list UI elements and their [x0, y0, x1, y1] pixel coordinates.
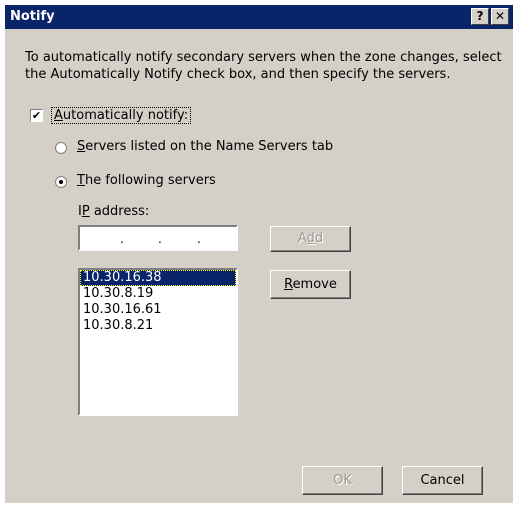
ip-address-label: IP address:: [78, 204, 150, 219]
auto-notify-label[interactable]: Automatically notify:: [51, 107, 192, 124]
title-bar[interactable]: Notify ? ✕: [5, 5, 513, 29]
ip-dot-separator: .: [197, 232, 201, 246]
close-icon: ✕: [494, 9, 506, 23]
auto-notify-checkbox[interactable]: ✔: [30, 109, 43, 122]
help-icon: ?: [476, 9, 484, 23]
add-button[interactable]: Add: [270, 226, 351, 252]
following-servers-radio[interactable]: [55, 176, 67, 188]
ok-button[interactable]: OK: [302, 466, 383, 495]
ip-address-input[interactable]: . . .: [78, 225, 238, 251]
servers-tab-radio[interactable]: [55, 142, 67, 154]
radio-selected-dot: [59, 180, 63, 184]
window-title: Notify: [10, 9, 55, 24]
checkmark-icon: ✔: [31, 109, 42, 122]
servers-tab-radio-label[interactable]: Servers listed on the Name Servers tab: [77, 139, 333, 154]
notify-dialog: Notify ? ✕ To automatically notify secon…: [5, 5, 513, 503]
help-button[interactable]: ?: [471, 8, 489, 25]
close-button[interactable]: ✕: [491, 8, 509, 25]
server-list-item[interactable]: 10.30.8.19: [80, 286, 236, 302]
cancel-button[interactable]: Cancel: [402, 466, 483, 495]
following-servers-radio-label[interactable]: The following servers: [77, 173, 216, 188]
remove-button[interactable]: Remove: [270, 270, 351, 299]
ip-dot-separator: .: [158, 232, 162, 246]
description-text: To automatically notify secondary server…: [25, 50, 502, 82]
server-list-item[interactable]: 10.30.8.21: [80, 318, 236, 334]
ip-dot-separator: .: [120, 232, 124, 246]
server-list[interactable]: 10.30.16.38 10.30.8.19 10.30.16.61 10.30…: [78, 268, 238, 416]
server-list-item[interactable]: 10.30.16.38: [80, 270, 236, 286]
server-list-item[interactable]: 10.30.16.61: [80, 302, 236, 318]
